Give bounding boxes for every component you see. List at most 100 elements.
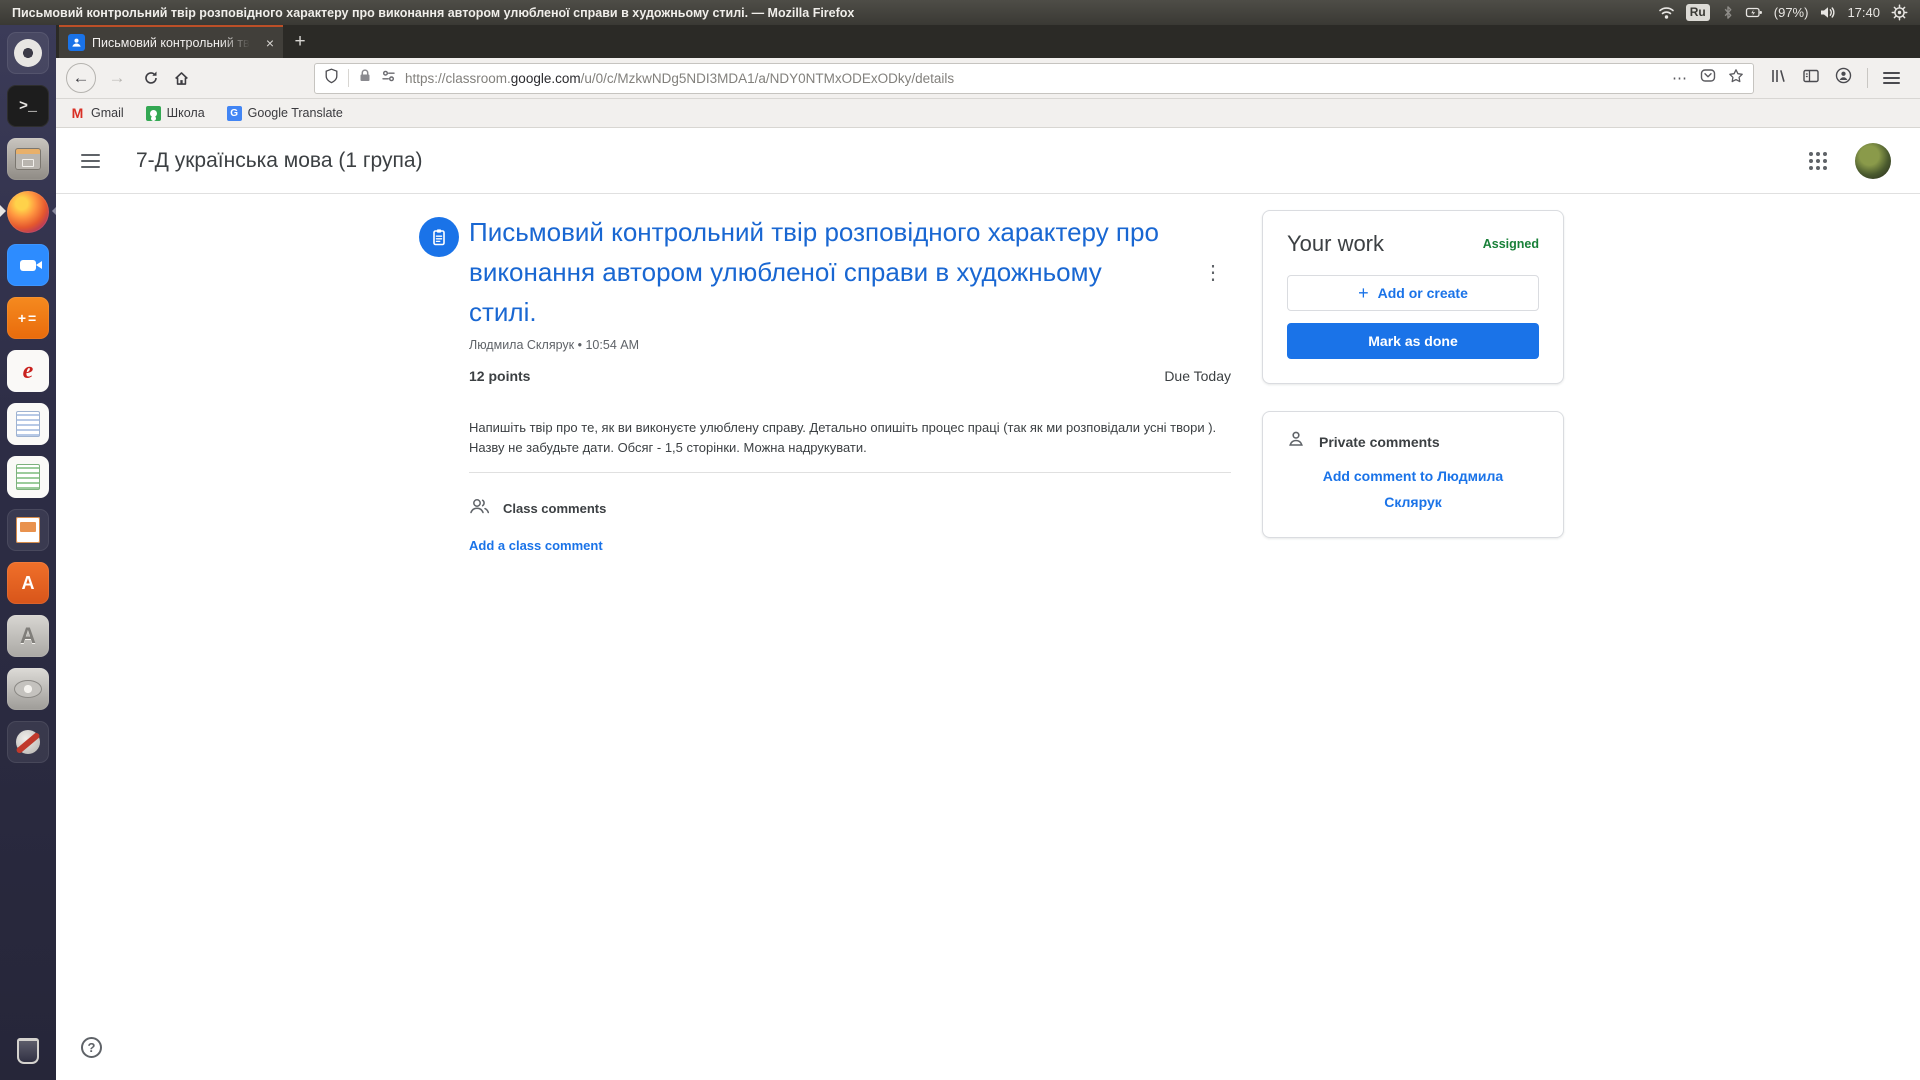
battery-icon[interactable] <box>1745 5 1763 20</box>
dock-a-logo-app-icon[interactable]: A <box>7 615 49 657</box>
page-actions-icon[interactable]: ⋯ <box>1672 69 1688 87</box>
draw-glyph: e <box>23 358 34 385</box>
status-badge: Assigned <box>1483 237 1539 251</box>
permissions-icon[interactable] <box>381 69 396 88</box>
volume-icon[interactable] <box>1819 5 1836 20</box>
dock-firefox-icon[interactable] <box>7 191 49 233</box>
library-icon[interactable] <box>1770 68 1787 89</box>
kebab-wrap: ⋮ <box>1195 212 1231 332</box>
author-name: Людмила Склярук <box>469 338 574 352</box>
dock-libreoffice-writer-icon[interactable] <box>7 403 49 445</box>
gear-wrench-glyph <box>16 730 40 754</box>
firefox-menu-icon[interactable] <box>1883 72 1900 74</box>
keyboard-layout-indicator[interactable]: Ru <box>1686 4 1710 21</box>
home-button[interactable] <box>166 63 196 93</box>
back-button[interactable]: ← <box>66 63 96 93</box>
system-tray: Ru (97%) 17:40 <box>1658 4 1908 21</box>
dock-file-archive-icon[interactable] <box>7 138 49 180</box>
dock-software-toolbox-icon[interactable]: A <box>7 562 49 604</box>
plus-icon: + <box>1358 283 1369 304</box>
tab-close-icon[interactable]: × <box>266 35 274 51</box>
posted-time: 10:54 AM <box>585 338 639 352</box>
trash-glyph <box>17 1038 39 1064</box>
toolbar-separator <box>1867 68 1868 88</box>
active-tab[interactable]: Письмовий контрольний твір розповідного … <box>59 25 283 58</box>
classroom-page: 7-Д українська мова (1 група) Письмовий … <box>56 128 1920 1080</box>
ubuntu-logo <box>14 39 42 67</box>
battery-percent-label: (97%) <box>1774 5 1809 20</box>
camera-glyph <box>20 260 36 271</box>
main-menu-icon[interactable] <box>81 154 100 156</box>
calculator-glyph: += <box>18 310 38 326</box>
class-comments-row: Class comments <box>469 497 1231 520</box>
app-dock: >_ += e A A <box>0 25 56 1080</box>
new-tab-button[interactable]: + <box>283 25 317 58</box>
add-private-comment-link[interactable]: Add comment to Людмила Склярук <box>1313 463 1513 515</box>
add-or-create-button[interactable]: + Add or create <box>1287 275 1539 311</box>
running-indicator-left <box>0 205 6 217</box>
calc-sheet-glyph <box>16 464 40 490</box>
clock-label[interactable]: 17:40 <box>1847 5 1880 20</box>
more-options-icon[interactable]: ⋮ <box>1195 256 1231 289</box>
toolbox-glyph: A <box>22 573 35 594</box>
bookmark-label: Gmail <box>91 106 124 120</box>
private-comments-card: Private comments Add comment to Людмила … <box>1262 411 1564 538</box>
dock-terminal-icon[interactable]: >_ <box>7 85 49 127</box>
dot-separator: • <box>578 338 582 352</box>
lock-icon[interactable] <box>358 68 372 88</box>
due-date-label: Due Today <box>1164 368 1231 384</box>
add-class-comment-link[interactable]: Add a class comment <box>469 538 1231 553</box>
dock-zoom-icon[interactable] <box>7 244 49 286</box>
course-title: 7-Д українська мова (1 група) <box>136 149 423 173</box>
author-line: Людмила Склярук • 10:54 AM <box>469 338 1231 352</box>
bookmark-google-translate[interactable]: G Google Translate <box>227 106 343 121</box>
user-avatar[interactable] <box>1855 143 1891 179</box>
your-work-card: Your work Assigned + Add or create Mark … <box>1262 210 1564 384</box>
drawer-glyph <box>15 148 41 170</box>
url-display[interactable]: https://classroom.google.com/u/0/c/MzkwN… <box>405 71 1663 86</box>
account-icon[interactable] <box>1835 67 1852 89</box>
sidebar-toggle-icon[interactable] <box>1802 68 1820 89</box>
forward-button[interactable]: → <box>102 63 132 93</box>
bookmark-gmail[interactable]: M Gmail <box>70 106 124 121</box>
points-row: 12 points Due Today <box>469 368 1231 384</box>
dock-calculator-icon[interactable]: += <box>7 297 49 339</box>
navigation-toolbar: ← → https://classroom.google.com/u/0/c/M… <box>56 58 1920 99</box>
class-comments-label: Class comments <box>503 501 606 516</box>
bookmarks-bar: M Gmail Школа G Google Translate <box>56 99 1920 128</box>
ubuntu-top-bar: Письмовий контрольний твір розповідного … <box>0 0 1920 25</box>
private-comments-title: Private comments <box>1319 434 1440 450</box>
dock-libreoffice-draw-icon[interactable]: e <box>7 350 49 392</box>
dock-system-tweaks-icon[interactable] <box>7 721 49 763</box>
add-or-create-label: Add or create <box>1378 285 1468 301</box>
writer-doc-glyph <box>16 411 40 437</box>
classroom-favicon-icon <box>68 34 85 51</box>
side-column: Your work Assigned + Add or create Mark … <box>1262 210 1564 538</box>
pocket-icon[interactable] <box>1700 68 1716 88</box>
power-gear-icon[interactable] <box>1891 4 1908 21</box>
wifi-icon[interactable] <box>1658 5 1675 20</box>
private-comments-header: Private comments <box>1287 430 1539 453</box>
translate-icon: G <box>227 106 242 121</box>
classroom-icon <box>146 106 161 121</box>
dock-libreoffice-impress-icon[interactable] <box>7 509 49 551</box>
help-button[interactable]: ? <box>81 1037 102 1058</box>
dock-disks-icon[interactable] <box>7 668 49 710</box>
dock-libreoffice-calc-icon[interactable] <box>7 456 49 498</box>
url-bar[interactable]: https://classroom.google.com/u/0/c/MzkwN… <box>314 63 1754 94</box>
bookmark-school[interactable]: Школа <box>146 106 205 121</box>
tracking-shield-icon[interactable] <box>324 68 339 89</box>
reload-button[interactable] <box>136 63 166 93</box>
assignment-detail: Письмовий контрольний твір розповідного … <box>419 212 1231 553</box>
urlbar-separator <box>348 69 349 87</box>
assignment-header-row: Письмовий контрольний твір розповідного … <box>419 212 1231 332</box>
google-apps-grid-icon[interactable] <box>1809 152 1813 156</box>
dock-trash-icon[interactable] <box>7 1030 49 1072</box>
mark-as-done-button[interactable]: Mark as done <box>1287 323 1539 359</box>
tab-title: Письмовий контрольний твір розповідного <box>92 36 250 50</box>
assignment-title: Письмовий контрольний твір розповідного … <box>469 212 1169 332</box>
dock-ubuntu-icon[interactable] <box>7 32 49 74</box>
section-divider <box>469 472 1231 473</box>
bluetooth-icon[interactable] <box>1721 5 1734 20</box>
bookmark-star-icon[interactable] <box>1728 68 1744 89</box>
